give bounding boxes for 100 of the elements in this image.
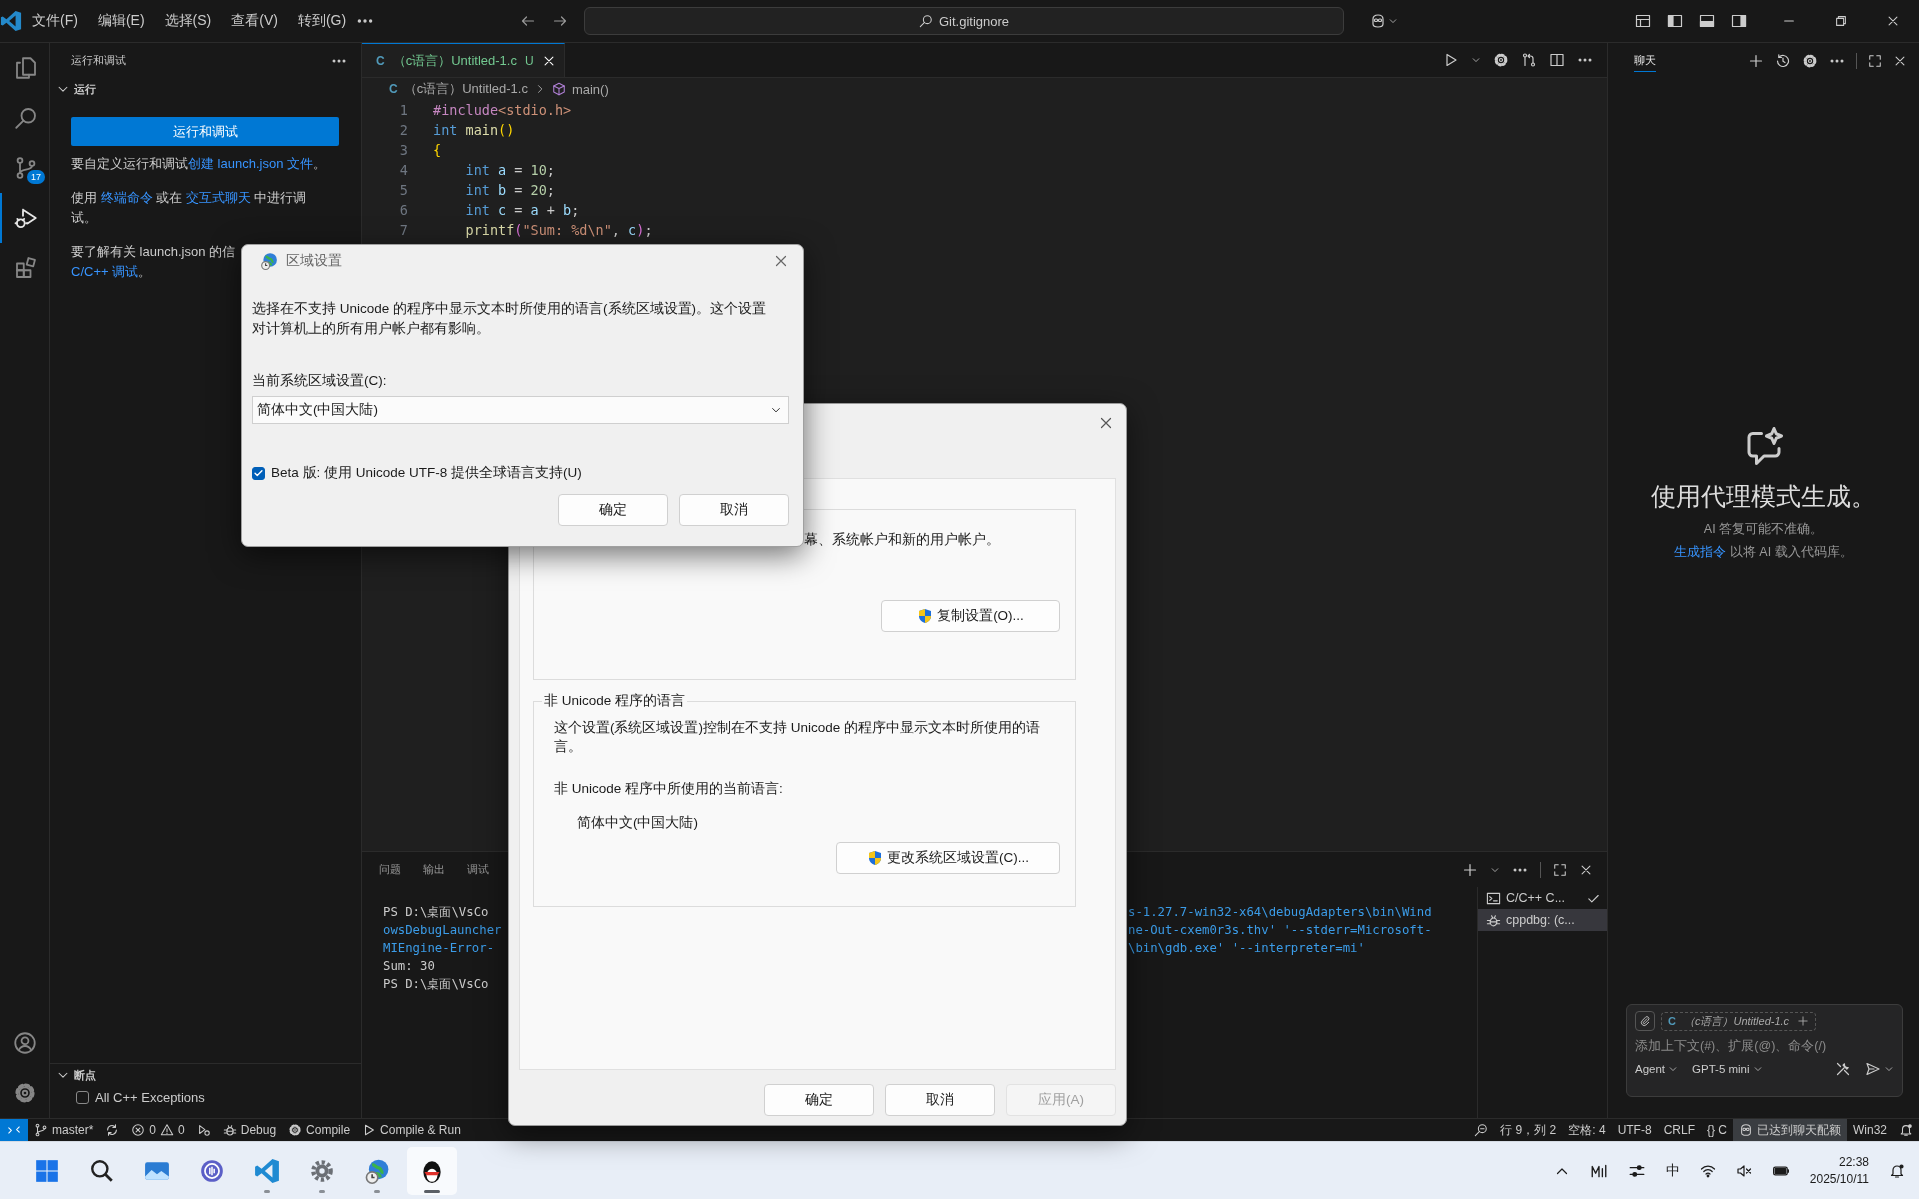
link[interactable]: 终端命令 xyxy=(100,190,153,205)
globe-clock-icon xyxy=(260,251,278,270)
file-type-icon: C xyxy=(376,53,385,68)
search-box[interactable]: Git.gitignore xyxy=(584,7,1344,35)
back-arrow-icon[interactable] xyxy=(520,13,536,29)
chat-tab[interactable]: 聊天 xyxy=(1634,49,1656,72)
panel-toggle-icon[interactable] xyxy=(1699,13,1715,29)
start-icon[interactable] xyxy=(34,1157,60,1184)
link[interactable]: C/C++ 调试 xyxy=(71,264,139,279)
menu-item[interactable]: 选择(S) xyxy=(154,9,222,33)
change-locale-button[interactable]: 更改系统区域设置(C)... xyxy=(836,842,1060,874)
group-title: 非 Unicode 程序的语言 xyxy=(543,692,687,710)
code-editor-icon[interactable] xyxy=(254,1157,280,1184)
bell-icon xyxy=(1899,1123,1913,1137)
menu-item[interactable]: 编辑(E) xyxy=(87,9,155,33)
assistant-menu[interactable] xyxy=(1370,13,1398,29)
wave-app-icon[interactable] xyxy=(199,1157,225,1184)
breadcrumb-item[interactable]: main() xyxy=(571,81,609,97)
terminal-text: PS D:\桌面\VsCo xyxy=(383,904,490,921)
run-debug-button[interactable]: 运行和调试 xyxy=(71,117,339,146)
run-icon[interactable] xyxy=(1443,52,1459,68)
settings-icon[interactable] xyxy=(1493,52,1509,68)
secondary-sidebar-icon[interactable] xyxy=(1731,13,1747,29)
breakpoint-label: All C++ Exceptions xyxy=(95,1089,205,1105)
send-button[interactable] xyxy=(1865,1061,1894,1077)
code-line: int main() xyxy=(433,121,515,140)
terminal-list-item[interactable]: C/C++ C... xyxy=(1478,887,1607,909)
forward-arrow-icon[interactable] xyxy=(552,13,568,29)
debug-button[interactable]: Debug xyxy=(216,1119,283,1141)
dialog-button[interactable]: 确定 xyxy=(764,1084,874,1116)
status-item[interactable]: Win32 xyxy=(1847,1119,1893,1141)
paperclip-icon xyxy=(1639,1015,1651,1027)
activity-tab[interactable]: 17 xyxy=(0,143,49,193)
panel-tab[interactable]: 问题 xyxy=(379,857,401,882)
layout-icon[interactable] xyxy=(1635,13,1651,29)
field-label: 当前系统区域设置(C): xyxy=(252,372,388,390)
section-header[interactable]: 断点 xyxy=(50,1064,361,1086)
history-icon[interactable] xyxy=(1775,52,1791,69)
context-chip[interactable]: C （c语言）Untitled-1.c xyxy=(1661,1011,1817,1031)
chevron-down-icon[interactable] xyxy=(1471,55,1481,65)
menu-item[interactable]: 转到(G) xyxy=(287,9,357,33)
globe-icon[interactable] xyxy=(364,1157,390,1184)
clock[interactable]: 22:38 2025/10/11 xyxy=(1809,1153,1869,1188)
locale-dropdown[interactable]: 简体中文(中国大陆) xyxy=(252,396,789,424)
status-item[interactable]: 行 9，列 2 xyxy=(1494,1119,1563,1141)
close-icon[interactable] xyxy=(1886,14,1900,28)
dialog-button[interactable]: 取消 xyxy=(885,1084,995,1116)
chat-quota-status[interactable]: 已达到聊天配额 xyxy=(1733,1119,1847,1141)
breadcrumb-item[interactable]: （c语言）Untitled-1.c xyxy=(403,80,528,98)
mode-dropdown[interactable]: Agent xyxy=(1635,1063,1679,1075)
run-debug-icon xyxy=(13,206,38,230)
dialog-button[interactable]: 取消 xyxy=(679,494,789,526)
link[interactable]: 交互式聊天 xyxy=(185,190,251,205)
editor-tab[interactable]: C （c语言）Untitled-1.c U xyxy=(362,43,565,77)
notification-bell-icon[interactable] xyxy=(1889,1162,1905,1179)
account-icon[interactable] xyxy=(12,1031,37,1055)
compile-button[interactable]: Compile xyxy=(282,1119,357,1141)
checkbox[interactable] xyxy=(252,466,265,480)
model-dropdown[interactable]: GPT-5 mini xyxy=(1692,1063,1763,1075)
compare-icon[interactable] xyxy=(1521,52,1537,68)
chevron-down-icon xyxy=(1752,1064,1763,1074)
split-editor-icon[interactable] xyxy=(1549,52,1565,68)
restore-icon[interactable] xyxy=(1834,14,1848,28)
new-terminal-icon[interactable] xyxy=(1462,861,1478,878)
play-icon xyxy=(362,1123,377,1137)
terminal-icon xyxy=(1486,890,1501,906)
search-icon[interactable] xyxy=(89,1157,115,1184)
panel-tab[interactable]: 输出 xyxy=(423,857,445,882)
run-button[interactable]: Compile & Run xyxy=(356,1119,467,1141)
settings-icon[interactable] xyxy=(1802,52,1818,69)
search-icon xyxy=(918,14,933,28)
menu-item[interactable]: 查看(V) xyxy=(221,9,288,33)
link[interactable]: 生成指令 xyxy=(1674,545,1727,559)
settings-icon[interactable] xyxy=(12,1081,37,1105)
panel-tab[interactable]: 调试 xyxy=(467,857,489,882)
status-item[interactable]: UTF-8 xyxy=(1611,1119,1658,1141)
tools-icon[interactable] xyxy=(1835,1061,1851,1077)
checkbox[interactable] xyxy=(76,1090,89,1104)
problems-button[interactable]: 0 0 xyxy=(125,1119,191,1141)
status-item[interactable]: 空格: 4 xyxy=(1562,1119,1612,1141)
section-header[interactable]: 运行 xyxy=(50,78,361,100)
maximize-icon[interactable] xyxy=(1868,53,1882,68)
gear-icon xyxy=(288,1123,303,1137)
status-item[interactable]: {} C xyxy=(1700,1119,1733,1141)
branch-button[interactable]: master* xyxy=(28,1119,100,1141)
maximize-icon[interactable] xyxy=(1553,862,1567,877)
status-item[interactable]: CRLF xyxy=(1657,1119,1701,1141)
attach-button[interactable] xyxy=(1635,1011,1655,1031)
terminal-text: s-1.27.7-win32-x64\debugAdapters\bin\Wind xyxy=(1128,904,1433,921)
code-line: { xyxy=(433,141,442,160)
context-file: （c语言）Untitled-1.c xyxy=(1683,1013,1790,1029)
sidebar-toggle-icon[interactable] xyxy=(1667,13,1683,29)
dialog-button[interactable]: 确定 xyxy=(558,494,668,526)
chat-input[interactable]: 添加上下文(#)、扩展(@)、命令(/) xyxy=(1635,1037,1894,1055)
copy-settings-button[interactable]: 复制设置(O)... xyxy=(881,600,1060,632)
menu-item[interactable]: 文件(F) xyxy=(22,9,88,33)
new-chat-icon[interactable] xyxy=(1748,52,1764,69)
input-method-indicator[interactable]: 中 xyxy=(1665,1161,1680,1180)
link[interactable]: 创建 launch.json 文件 xyxy=(188,156,313,171)
terminal-list-item[interactable]: cppdbg: (c... xyxy=(1478,909,1607,931)
